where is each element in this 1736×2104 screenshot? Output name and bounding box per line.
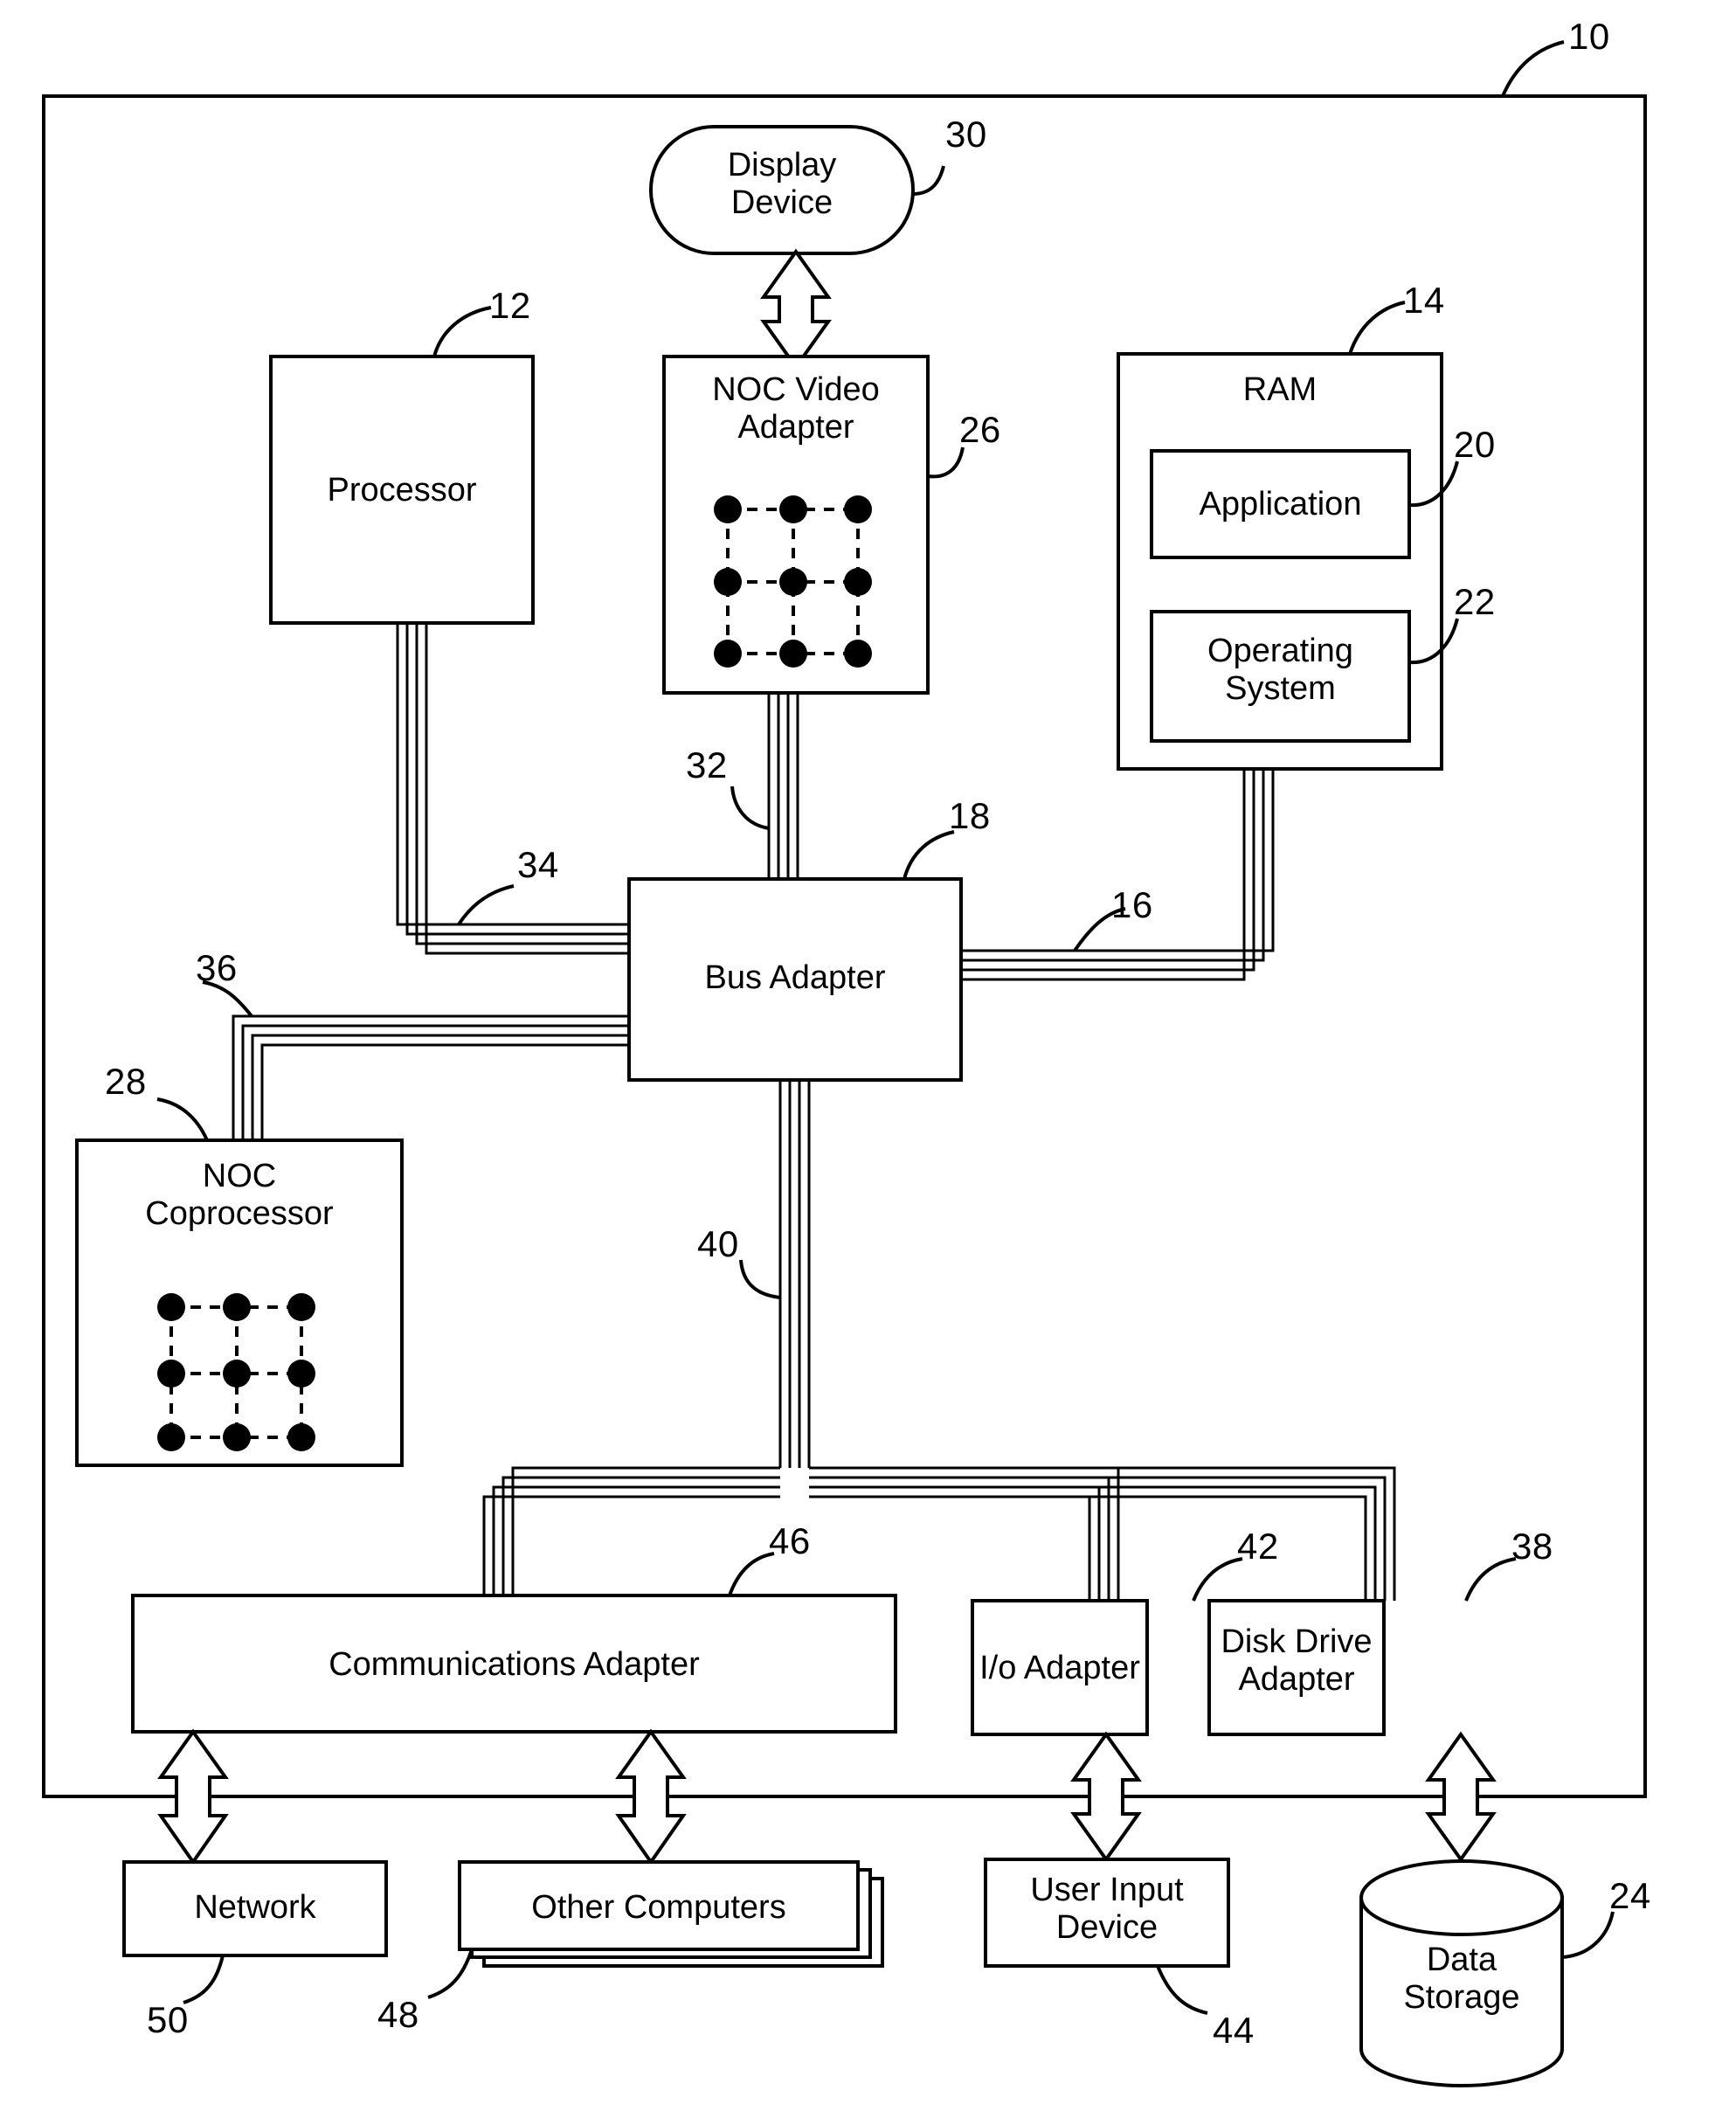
io-adapter-shape <box>971 1599 1149 1736</box>
leader-line-46 <box>728 1552 775 1596</box>
data-storage-cylinder <box>1359 1859 1564 2087</box>
leader-line-50 <box>183 1955 225 2004</box>
bus-40-expansion-bus <box>482 1080 1396 1601</box>
bus-36-bus-adapter-to-coprocessor <box>232 1014 629 1140</box>
bus-16-ram-to-bus-adapter <box>961 769 1275 981</box>
patent-figure: 10 Display Device 30 Processor 12 NOC Vi… <box>0 0 1736 2104</box>
leader-line-38 <box>1464 1557 1517 1602</box>
user-input-device-shape <box>984 1858 1230 1968</box>
leader-line-44 <box>1156 1965 1208 2015</box>
leader-line-40 <box>739 1259 781 1299</box>
bus-32-video-adapter-to-bus-adapter <box>767 693 799 879</box>
leader-line-16 <box>1073 907 1126 952</box>
leader-line-42 <box>1192 1557 1243 1602</box>
other-computers-stack <box>458 1860 884 1968</box>
leader-line-18 <box>903 830 955 880</box>
display-device-shape <box>649 125 915 255</box>
figure-diagram-svg <box>42 40 1647 2087</box>
leader-line-30 <box>912 165 945 196</box>
leader-line-32 <box>730 786 770 830</box>
arrow-display-to-video-adapter <box>760 248 832 370</box>
leader-line-26 <box>927 446 965 479</box>
leader-line-36 <box>202 980 253 1018</box>
leader-line-48 <box>427 1948 474 1999</box>
processor-box-shape <box>269 355 535 625</box>
leader-line-28 <box>156 1097 209 1141</box>
noc-coprocessor-mesh <box>157 1293 315 1451</box>
leader-line-14 <box>1348 301 1406 355</box>
leader-line-24 <box>1561 1911 1615 1959</box>
operating-system-box-shape <box>1150 610 1411 743</box>
communications-adapter-shape <box>131 1594 897 1734</box>
application-box-shape <box>1150 449 1411 559</box>
leader-line-34 <box>457 884 515 926</box>
network-shape <box>122 1860 388 1957</box>
bus-34-processor-to-bus-adapter <box>396 623 629 955</box>
leader-line-10 <box>1501 40 1565 97</box>
disk-drive-adapter-shape <box>1207 1599 1386 1736</box>
bus-adapter-shape <box>627 877 963 1082</box>
leader-line-12 <box>432 306 492 357</box>
